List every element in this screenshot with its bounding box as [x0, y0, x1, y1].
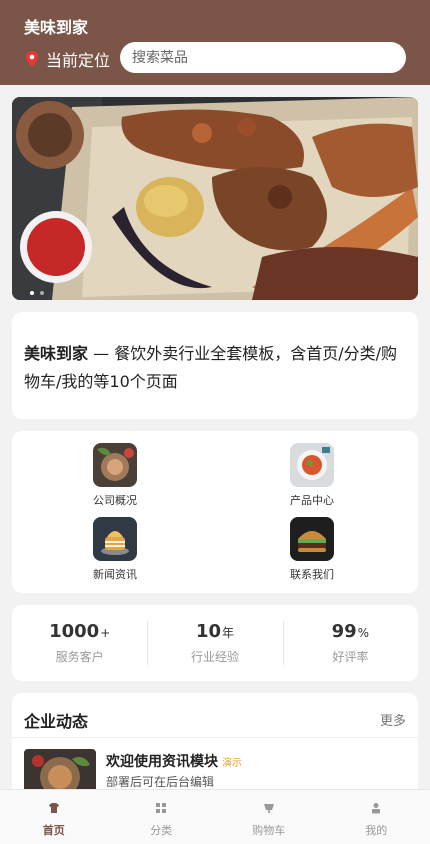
news-more-link[interactable]: 更多	[380, 710, 406, 729]
stat-experience: 10年 行业经验	[147, 605, 282, 681]
location-selector[interactable]: 当前定位	[24, 47, 110, 71]
search-input[interactable]	[120, 42, 406, 73]
news-item-headline: 欢迎使用资讯模块	[106, 754, 218, 770]
menu-item-contact[interactable]: 联系我们	[272, 517, 352, 582]
stat-label: 服务客户	[55, 650, 104, 664]
stats-card: 1000+ 服务客户 10年 行业经验 99% 好评率	[12, 605, 418, 681]
tab-label: 分类	[150, 824, 173, 837]
menu-item-products[interactable]: 产品中心	[272, 443, 352, 508]
tab-home[interactable]: 首页	[0, 790, 108, 844]
tab-category[interactable]: 分类	[108, 790, 216, 844]
tab-cart[interactable]: 购物车	[215, 790, 323, 844]
app-title: 美味到家	[24, 18, 89, 37]
banner-image[interactable]	[12, 97, 418, 300]
location-label: 当前定位	[46, 51, 111, 70]
bottom-tab-bar: 首页 分类 购物车 我的	[0, 789, 430, 844]
news-item[interactable]: 欢迎使用资讯模块 演示	[106, 751, 242, 771]
news-thumb-icon	[93, 517, 137, 561]
intro-brand: 美味到家	[24, 344, 89, 363]
menu-item-news[interactable]: 新闻资讯	[75, 517, 155, 582]
grid-icon	[156, 803, 167, 813]
stat-customers: 1000+ 服务客户	[12, 605, 147, 681]
news-section-title: 企业动态	[24, 712, 89, 731]
stat-rating: 99% 好评率	[282, 605, 418, 681]
tab-label: 我的	[365, 824, 388, 837]
menu-label-company: 公司概况	[93, 494, 137, 507]
menu-item-company[interactable]: 公司概况	[75, 443, 155, 508]
stat-unit: 年	[222, 626, 235, 640]
stat-value: 1000	[49, 621, 100, 642]
demo-badge: 演示	[222, 758, 242, 769]
user-icon	[372, 803, 381, 814]
cart-icon	[263, 804, 274, 813]
stat-unit: %	[357, 626, 370, 640]
news-item-subtitle: 部署后可在后台编辑	[106, 775, 215, 789]
menu-label-news: 新闻资讯	[93, 568, 137, 581]
menu-label-contact: 联系我们	[290, 568, 334, 581]
stat-value: 99	[331, 621, 357, 642]
company-thumb-icon	[93, 443, 137, 487]
tab-profile[interactable]: 我的	[323, 790, 430, 844]
tab-label: 购物车	[252, 824, 286, 837]
contact-thumb-icon	[290, 517, 334, 561]
quick-menu: 公司概况 产品中心 新闻资讯 联系我们	[12, 431, 418, 593]
app-header: 美味到家 当前定位	[0, 0, 430, 85]
stat-label: 行业经验	[190, 650, 239, 664]
stat-value: 10	[195, 621, 222, 642]
location-pin-icon	[26, 51, 38, 67]
menu-label-products: 产品中心	[290, 494, 334, 507]
divider	[12, 737, 418, 738]
intro-card: 美味到家 — 餐饮外卖行业全套模板，含首页/分类/购物车/我的等10个页面	[12, 312, 418, 419]
tab-label: 首页	[42, 824, 65, 837]
products-thumb-icon	[290, 443, 334, 487]
stat-unit: +	[100, 626, 111, 640]
shirt-icon	[48, 803, 59, 813]
stat-label: 好评率	[332, 650, 369, 664]
